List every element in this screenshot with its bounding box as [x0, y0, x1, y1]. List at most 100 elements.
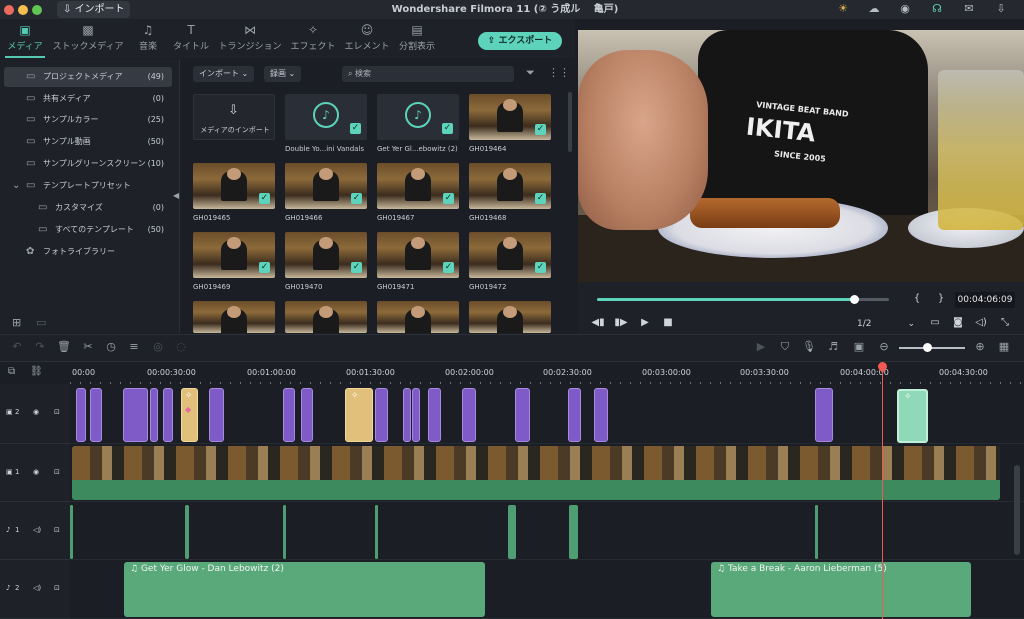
headset-icon[interactable]: ☊ — [930, 2, 944, 16]
zoom-slider-handle[interactable] — [923, 343, 932, 352]
title-clip[interactable] — [568, 388, 581, 442]
timeline-settings-icon[interactable]: ▦ — [997, 340, 1011, 354]
media-item-video[interactable] — [285, 301, 367, 333]
cut-icon[interactable]: ✂ — [81, 340, 95, 354]
scrubber-handle[interactable] — [850, 295, 859, 304]
sidebar-item-sample-colors[interactable]: ▭ サンプルカラー (25) — [4, 110, 172, 130]
title-clip[interactable] — [163, 388, 173, 442]
audio-stretch-icon[interactable]: ◌ — [174, 340, 188, 354]
title-clip[interactable] — [515, 388, 530, 442]
import-media-tile[interactable]: ⇩ メディアのインポート — [193, 94, 275, 140]
title-clip[interactable] — [594, 388, 608, 442]
eye-icon[interactable]: ◉ — [33, 408, 39, 416]
media-scrollbar[interactable] — [568, 92, 572, 152]
media-item-video[interactable]: ✓ — [469, 163, 551, 209]
link-icon[interactable]: ⛓ — [30, 366, 43, 377]
eye-icon[interactable]: ◉ — [33, 468, 39, 476]
marker-icon[interactable]: ⛉ — [778, 340, 792, 354]
tab-stock-media[interactable]: ▩ ストックメディア — [50, 22, 126, 56]
lock-icon[interactable]: ⊡ — [54, 468, 60, 476]
title-clip[interactable] — [815, 388, 833, 442]
sidebar-item-sample-videos[interactable]: ▭ サンプル動画 (50) — [4, 132, 172, 152]
grid-view-icon[interactable]: ⋮⋮ — [548, 66, 570, 79]
tab-elements[interactable]: ☺ エレメント — [343, 22, 391, 56]
tab-titles[interactable]: T タイトル — [170, 22, 212, 56]
title-clip[interactable] — [123, 388, 148, 442]
search-input[interactable]: ⌕ 検索 — [342, 66, 514, 82]
media-item-video[interactable]: ✓ — [285, 163, 367, 209]
media-item-audio[interactable]: ♪ ✓ — [377, 94, 459, 140]
close-window-button[interactable] — [4, 5, 14, 15]
title-clip[interactable] — [150, 388, 158, 442]
folder-icon[interactable]: ▭ — [36, 316, 46, 329]
audio-clip[interactable] — [283, 505, 286, 559]
effect-clip[interactable]: ✧ — [345, 388, 373, 442]
bulb-icon[interactable]: ☀ — [836, 2, 850, 16]
audio-clip[interactable] — [185, 505, 189, 559]
sidebar-item-photo-library[interactable]: ✿ フォトライブラリー — [4, 242, 172, 262]
add-track-icon[interactable]: ⧉ — [8, 366, 15, 377]
step-forward-icon[interactable]: ▮▶ — [614, 316, 628, 330]
render-icon[interactable]: ▶ — [754, 340, 768, 354]
account-icon[interactable]: ◉ — [898, 2, 912, 16]
sidebar-item-template-presets[interactable]: ⌄ ▭ テンプレートプリセット — [4, 176, 172, 196]
volume-icon[interactable]: ◁) — [974, 316, 988, 330]
timeline-scrollbar[interactable] — [1014, 465, 1020, 555]
redo-icon[interactable]: ↷ — [33, 340, 47, 354]
media-item-video[interactable] — [469, 301, 551, 333]
media-item-video[interactable]: ✓ — [285, 232, 367, 278]
media-item-audio[interactable]: ♪ ✓ — [285, 94, 367, 140]
audio-clip[interactable] — [569, 505, 578, 559]
effect-clip[interactable]: ✧ ◆ — [181, 388, 198, 442]
effect-clip-selected[interactable]: ✧ — [897, 389, 928, 443]
lock-icon[interactable]: ⊡ — [54, 584, 60, 592]
display-icon[interactable]: ▭ — [928, 316, 942, 330]
speaker-icon[interactable]: ◁) — [33, 584, 41, 592]
filter-icon[interactable]: ⏷ — [526, 66, 535, 80]
import-button[interactable]: ⇩ インポート — [57, 1, 130, 18]
sidebar-item-customize[interactable]: ▭ カスタマイズ (0) — [4, 198, 172, 218]
media-item-video[interactable]: ✓ — [377, 163, 459, 209]
record-dropdown[interactable]: 録画 ⌄ — [264, 66, 302, 82]
title-clip[interactable] — [283, 388, 295, 442]
stop-icon[interactable]: ■ — [661, 316, 675, 330]
lock-icon[interactable]: ⊡ — [54, 408, 60, 416]
sidebar-item-sample-green-screen[interactable]: ▭ サンプルグリーンスクリーン (10) — [4, 154, 172, 174]
audio-track-1[interactable] — [70, 502, 1024, 560]
media-item-video[interactable]: ✓ — [469, 94, 551, 140]
sidebar-item-shared-media[interactable]: ▭ 共有メディア (0) — [4, 89, 172, 109]
media-item-video[interactable]: ✓ — [377, 232, 459, 278]
lock-icon[interactable]: ⊡ — [54, 526, 60, 534]
media-item-video[interactable]: ✓ — [193, 232, 275, 278]
title-clip[interactable] — [462, 388, 476, 442]
title-clip[interactable] — [428, 388, 441, 442]
audio-clip[interactable] — [70, 505, 73, 559]
export-button[interactable]: ⇪ エクスポート — [478, 32, 562, 50]
title-clip[interactable] — [301, 388, 313, 442]
title-clip[interactable] — [76, 388, 86, 442]
tab-audio[interactable]: ♫ 音楽 — [133, 22, 163, 56]
adjust-icon[interactable]: ≡ — [127, 340, 141, 354]
media-item-video[interactable]: ✓ — [193, 163, 275, 209]
audio-mixer-icon[interactable]: ♬ — [826, 340, 840, 354]
preview-quality-dropdown[interactable]: 1/2 ⌄ — [857, 317, 915, 331]
speaker-icon[interactable]: ◁) — [33, 526, 41, 534]
zoom-slider[interactable] — [899, 347, 965, 349]
minimize-window-button[interactable] — [18, 5, 28, 15]
tab-effects[interactable]: ✧ エフェクト — [289, 22, 337, 56]
media-item-video[interactable]: ✓ — [469, 232, 551, 278]
title-clip[interactable] — [90, 388, 102, 442]
title-clip[interactable] — [403, 388, 411, 442]
tab-transitions[interactable]: ⋈ トランジション — [216, 22, 284, 56]
import-dropdown[interactable]: インポート ⌄ — [193, 66, 255, 82]
tab-split-screen[interactable]: ▤ 分割表示 — [396, 22, 438, 56]
audio-clip[interactable] — [508, 505, 516, 559]
audio-clip[interactable] — [815, 505, 818, 559]
title-clip[interactable] — [412, 388, 420, 442]
audio-clip-music[interactable]: ♫ Get Yer Glow - Dan Lebowitz (2) — [124, 562, 485, 617]
undo-icon[interactable]: ↶ — [10, 340, 24, 354]
preview-video[interactable]: VINTAGE BEAT BAND IKITA SINCE 2005 — [578, 30, 1024, 282]
maximize-window-button[interactable] — [32, 5, 42, 15]
mail-icon[interactable]: ✉ — [962, 2, 976, 16]
fullscreen-icon[interactable]: ⤡ — [998, 316, 1012, 330]
